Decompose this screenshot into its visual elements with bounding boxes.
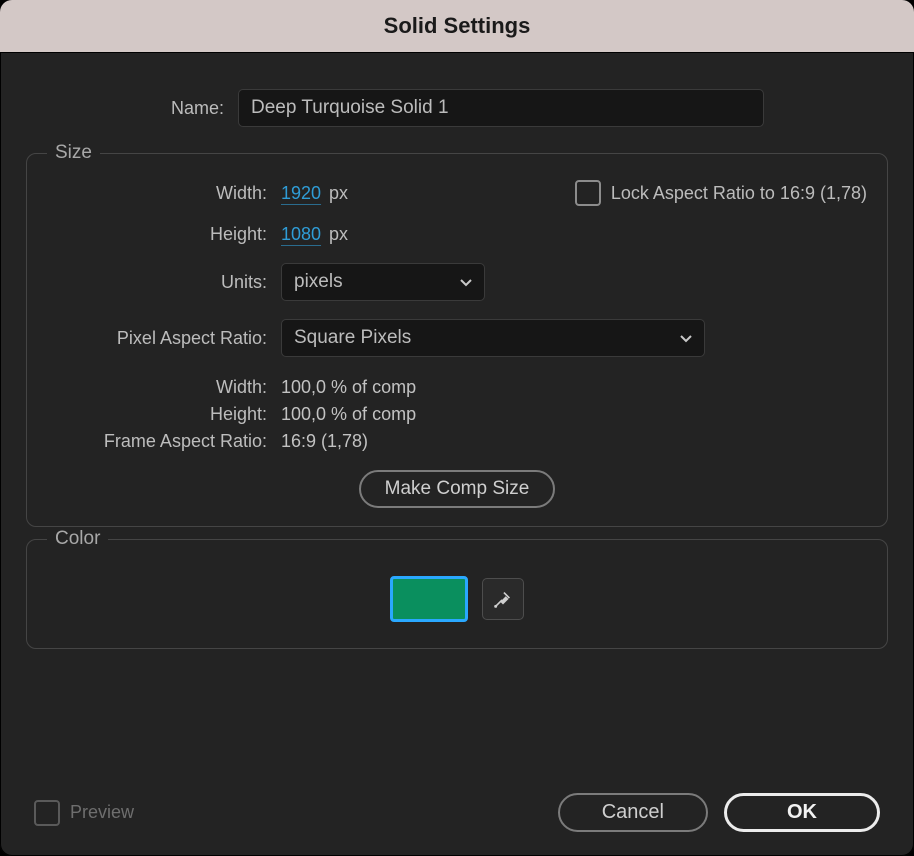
- width-value[interactable]: 1920: [281, 183, 321, 204]
- preview-label: Preview: [70, 802, 134, 823]
- ok-button[interactable]: OK: [724, 793, 880, 832]
- dialog-solid-settings: Solid Settings Name: Size Width: 1920 px…: [0, 0, 914, 856]
- info-width-label: Width:: [47, 377, 267, 398]
- info-width-value: 100,0 % of comp: [281, 377, 867, 398]
- dialog-footer: Preview Cancel OK: [26, 649, 888, 856]
- units-value: pixels: [294, 271, 343, 293]
- size-legend: Size: [47, 142, 100, 164]
- cancel-button[interactable]: Cancel: [558, 793, 708, 832]
- width-label: Width:: [47, 183, 267, 204]
- chevron-down-icon: [458, 274, 474, 290]
- units-label: Units:: [47, 272, 267, 293]
- height-value[interactable]: 1080: [281, 224, 321, 245]
- size-info: Width: 100,0 % of comp Height: 100,0 % o…: [47, 377, 867, 452]
- make-comp-size-button[interactable]: Make Comp Size: [359, 470, 556, 508]
- lock-aspect-checkbox[interactable]: [575, 180, 601, 206]
- pixel-aspect-ratio-select[interactable]: Square Pixels: [281, 319, 705, 357]
- color-group: Color: [26, 539, 888, 649]
- width-unit: px: [329, 183, 348, 204]
- chevron-down-icon: [678, 330, 694, 346]
- name-input[interactable]: [238, 89, 764, 127]
- info-far-value: 16:9 (1,78): [281, 431, 867, 452]
- size-group: Size Width: 1920 px Lock Aspect Ratio to…: [26, 153, 888, 527]
- preview-checkbox: [34, 800, 60, 826]
- info-height-value: 100,0 % of comp: [281, 404, 867, 425]
- size-grid: Width: 1920 px Lock Aspect Ratio to 16:9…: [47, 180, 867, 357]
- height-unit: px: [329, 224, 348, 245]
- lock-aspect-label: Lock Aspect Ratio to 16:9 (1,78): [611, 183, 867, 204]
- eyedropper-icon: [492, 588, 514, 610]
- color-legend: Color: [47, 528, 108, 550]
- color-swatch[interactable]: [390, 576, 468, 622]
- preview-toggle: Preview: [34, 800, 134, 826]
- eyedropper-button[interactable]: [482, 578, 524, 620]
- par-label: Pixel Aspect Ratio:: [47, 328, 267, 349]
- titlebar: Solid Settings: [0, 0, 914, 53]
- height-label: Height:: [47, 224, 267, 245]
- info-height-label: Height:: [47, 404, 267, 425]
- info-far-label: Frame Aspect Ratio:: [47, 431, 267, 452]
- name-row: Name:: [26, 89, 888, 127]
- units-select[interactable]: pixels: [281, 263, 485, 301]
- name-label: Name:: [26, 98, 224, 119]
- par-value: Square Pixels: [294, 327, 411, 349]
- dialog-title: Solid Settings: [384, 13, 531, 39]
- dialog-body: Name: Size Width: 1920 px Lock Aspect Ra…: [0, 53, 914, 856]
